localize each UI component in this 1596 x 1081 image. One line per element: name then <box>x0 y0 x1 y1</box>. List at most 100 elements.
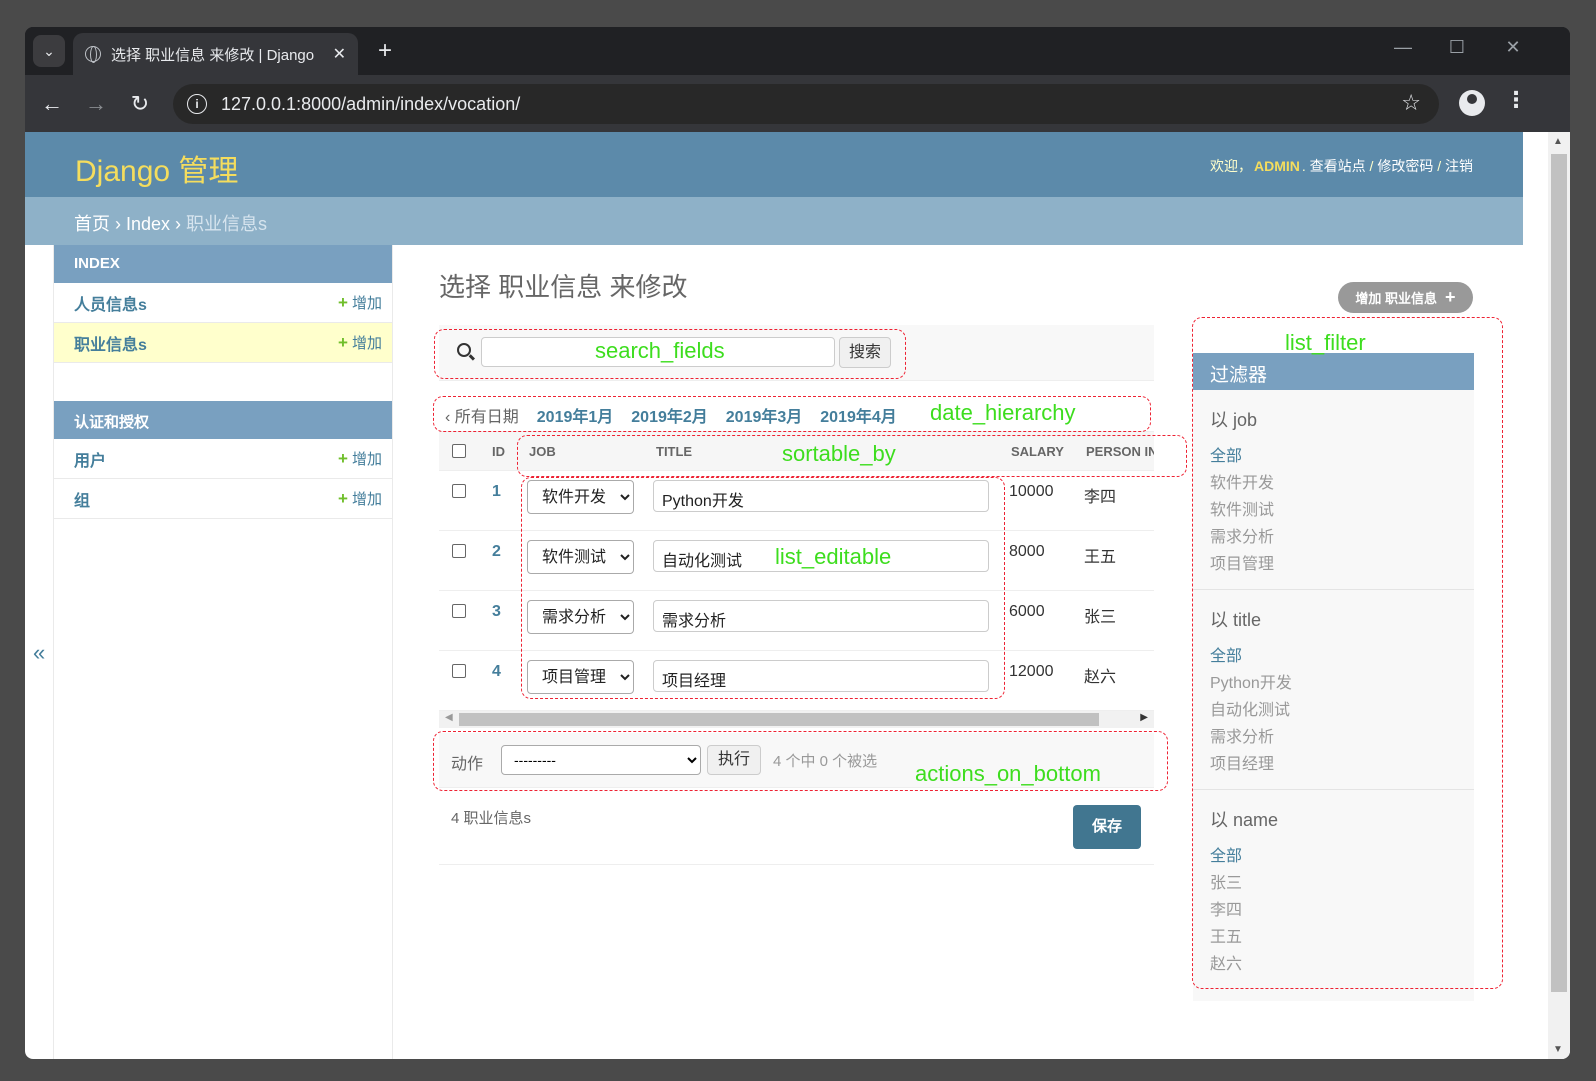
breadcrumb-home[interactable]: 首页 <box>74 214 110 234</box>
add-button-label: 增加 职业信息 <box>1355 291 1438 306</box>
breadcrumb-current: 职业信息s <box>186 214 268 234</box>
scroll-thumb[interactable] <box>1551 154 1567 992</box>
annotation-sortable-by: sortable_by <box>782 441 896 466</box>
add-vocation-button[interactable]: 增加 职业信息 + <box>1338 282 1473 313</box>
row-id-link[interactable]: 1 <box>492 483 501 501</box>
row-id-link[interactable]: 2 <box>492 543 501 561</box>
scroll-down-icon[interactable]: ▼ <box>1553 1044 1563 1055</box>
sidebar-item-label[interactable]: 组 <box>74 487 338 511</box>
tab-title: 选择 职业信息 来修改 | Django <box>111 46 315 64</box>
paginator: 4 职业信息s 保存 <box>439 795 1154 865</box>
browser-toolbar: ← → ↻ i 127.0.0.1:8000/admin/index/vocat… <box>25 75 1570 132</box>
breadcrumb-app[interactable]: Index <box>126 214 170 234</box>
module-index: INDEX 人员信息s + 增加 职业信息s + 增加 <box>54 245 392 363</box>
sidebar-item-label[interactable]: 人员信息s <box>74 291 338 315</box>
globe-icon <box>85 46 101 63</box>
url-text: 127.0.0.1:8000/admin/index/vocation/ <box>221 93 521 114</box>
salary-cell: 12000 <box>1009 663 1054 680</box>
annotation-date-hierarchy: date_hierarchy <box>930 400 1076 425</box>
forward-arrow-icon[interactable]: → <box>82 90 110 118</box>
address-bar[interactable]: i 127.0.0.1:8000/admin/index/vocation/ ☆ <box>173 84 1439 124</box>
breadcrumb: 首页 › Index › 职业信息s <box>25 197 1523 245</box>
column-header-id[interactable]: ID <box>492 444 505 459</box>
sidebar-item-groups[interactable]: 组 + 增加 <box>54 479 392 519</box>
menu-kebab-icon[interactable]: ⋮ <box>1505 87 1527 113</box>
add-label: 增加 <box>351 335 382 352</box>
annotation-list-filter: list_filter <box>1285 330 1366 355</box>
admin-header: Django 管理 欢迎， ADMIN. 查看站点 / 修改密码 / 注销 <box>25 132 1523 197</box>
user-tools: 欢迎， ADMIN. 查看站点 / 修改密码 / 注销 <box>1209 158 1473 174</box>
annotation-search-fields: search_fields <box>595 338 725 363</box>
logout-link[interactable]: 注销 <box>1445 158 1473 174</box>
scroll-left-icon[interactable]: ◀ <box>445 712 453 723</box>
back-arrow-icon[interactable]: ← <box>38 90 66 118</box>
add-label: 增加 <box>351 451 382 468</box>
page-scrollbar[interactable]: ▲ ▼ <box>1548 132 1570 1059</box>
add-link[interactable]: + 增加 <box>338 448 382 469</box>
add-link[interactable]: + 增加 <box>338 292 382 313</box>
site-info-icon[interactable]: i <box>187 94 207 114</box>
scroll-thumb[interactable] <box>459 713 1099 726</box>
salary-cell: 6000 <box>1009 603 1045 620</box>
collapse-sidebar-icon[interactable]: « <box>33 640 45 666</box>
window-close-icon[interactable]: ✕ <box>1493 37 1533 58</box>
plus-icon: + <box>1445 287 1456 307</box>
profile-icon[interactable] <box>1459 90 1485 116</box>
nav-sidebar: INDEX 人员信息s + 增加 职业信息s + 增加 认证和授权 用户 + 增加 组 <box>53 245 393 1059</box>
annotation-actions-on-bottom: actions_on_bottom <box>915 761 1101 786</box>
row-checkbox[interactable] <box>452 484 466 498</box>
plus-icon: + <box>338 333 348 352</box>
salary-cell: 8000 <box>1009 543 1045 560</box>
annotation-box-editable <box>521 477 1005 699</box>
plus-icon: + <box>338 449 348 468</box>
scroll-up-icon[interactable]: ▲ <box>1553 136 1563 147</box>
close-tab-icon[interactable]: ✕ <box>333 44 346 64</box>
save-button[interactable]: 保存 <box>1073 805 1141 849</box>
result-count: 4 职业信息s <box>451 810 532 827</box>
horizontal-scrollbar[interactable]: ◀ ▶ <box>439 711 1154 728</box>
scroll-right-icon[interactable]: ▶ <box>1140 712 1148 723</box>
change-password-link[interactable]: 修改密码 <box>1377 158 1433 174</box>
annotation-box-filter <box>1192 317 1503 989</box>
sidebar-item-persons[interactable]: 人员信息s + 增加 <box>54 283 392 323</box>
row-checkbox[interactable] <box>452 664 466 678</box>
sidebar-item-label[interactable]: 用户 <box>74 447 338 471</box>
bookmark-star-icon[interactable]: ☆ <box>1401 90 1421 116</box>
module-caption[interactable]: INDEX <box>54 245 392 283</box>
annotation-list-editable: list_editable <box>775 544 892 569</box>
row-id-link[interactable]: 3 <box>492 603 501 621</box>
module-auth: 认证和授权 用户 + 增加 组 + 增加 <box>54 401 392 519</box>
person-cell: 张三 <box>1084 609 1117 626</box>
maximize-icon[interactable]: ☐ <box>1437 37 1477 58</box>
select-all-checkbox[interactable] <box>452 444 466 458</box>
tab-search-icon[interactable]: ⌄ <box>33 35 65 67</box>
view-site-link[interactable]: 查看站点 <box>1310 158 1366 174</box>
username: ADMIN <box>1253 158 1300 174</box>
tab-strip: ⌄ 选择 职业信息 来修改 | Django ✕ + — ☐ ✕ <box>25 27 1570 75</box>
add-link[interactable]: + 增加 <box>338 332 382 353</box>
admin-page: Django 管理 欢迎， ADMIN. 查看站点 / 修改密码 / 注销 首页 … <box>25 132 1570 1059</box>
row-checkbox[interactable] <box>452 544 466 558</box>
salary-cell: 10000 <box>1009 483 1054 500</box>
plus-icon: + <box>338 489 348 508</box>
plus-icon: + <box>338 293 348 312</box>
reload-icon[interactable]: ↻ <box>126 90 154 118</box>
sidebar-item-vocations[interactable]: 职业信息s + 增加 <box>54 323 392 363</box>
minimize-icon[interactable]: — <box>1383 37 1423 58</box>
site-brand[interactable]: Django 管理 <box>75 146 238 190</box>
add-label: 增加 <box>351 491 382 508</box>
person-cell: 王五 <box>1084 549 1117 566</box>
row-id-link[interactable]: 4 <box>492 663 501 681</box>
person-cell: 李四 <box>1084 489 1117 506</box>
module-caption[interactable]: 认证和授权 <box>54 401 392 439</box>
new-tab-button[interactable]: + <box>370 37 400 65</box>
sidebar-item-label[interactable]: 职业信息s <box>74 331 338 355</box>
sidebar-item-users[interactable]: 用户 + 增加 <box>54 439 392 479</box>
browser-tab[interactable]: 选择 职业信息 来修改 | Django ✕ <box>73 33 358 75</box>
add-link[interactable]: + 增加 <box>338 488 382 509</box>
browser-window: ⌄ 选择 职业信息 来修改 | Django ✕ + — ☐ ✕ ← → ↻ i… <box>25 27 1570 1059</box>
welcome-text: 欢迎， <box>1209 158 1252 174</box>
page-title: 选择 职业信息 来修改 <box>439 272 688 302</box>
row-checkbox[interactable] <box>452 604 466 618</box>
add-label: 增加 <box>351 295 382 312</box>
